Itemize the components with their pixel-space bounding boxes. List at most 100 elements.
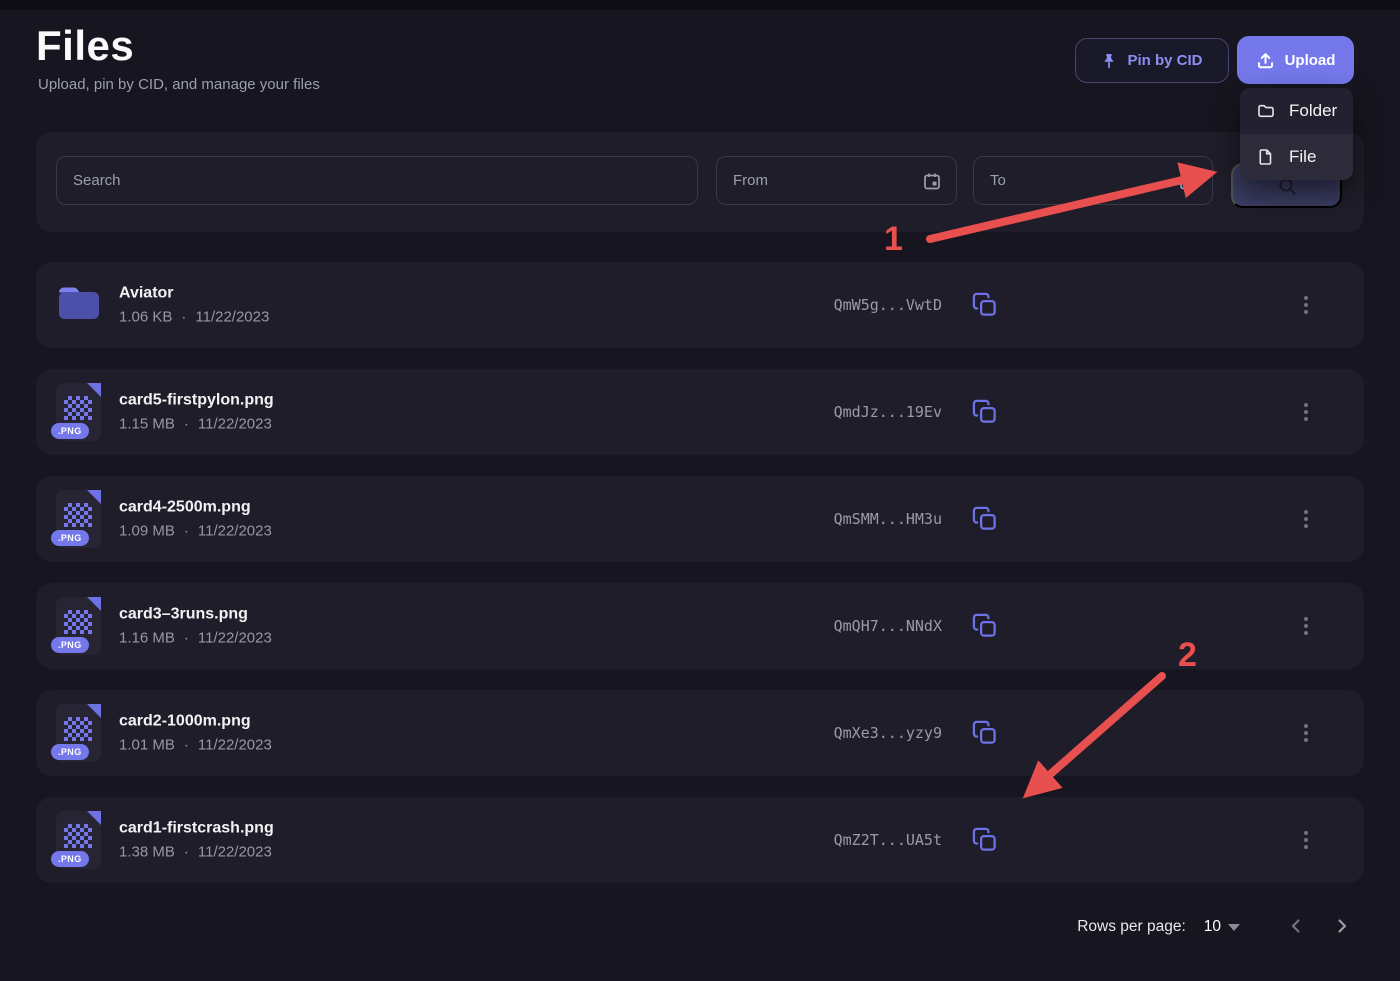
- image-checker-pattern: [64, 824, 92, 848]
- copy-cid-button[interactable]: [970, 826, 998, 854]
- file-meta: 1.09 MB · 11/22/2023: [119, 523, 272, 540]
- file-cid: QmZ2T...UA5t: [833, 831, 942, 849]
- pin-icon: [1101, 53, 1117, 69]
- file-date: 11/22/2023: [197, 629, 272, 647]
- file-name: card5-firstpylon.png: [119, 391, 274, 409]
- date-to-field[interactable]: [973, 156, 1213, 205]
- png-badge: .PNG: [51, 530, 89, 546]
- meta-separator: ·: [183, 629, 189, 647]
- page-subtitle: Upload, pin by CID, and manage your file…: [38, 76, 320, 93]
- png-badge: .PNG: [51, 744, 89, 760]
- image-checker-pattern: [64, 717, 92, 741]
- pagination: Rows per page: 10: [1077, 905, 1356, 949]
- page-fold: [87, 383, 101, 397]
- table-row[interactable]: .PNG card4-2500m.png 1.09 MB · 11/22/202…: [36, 476, 1364, 562]
- file-size: 1.09 MB: [119, 522, 175, 540]
- page-fold: [87, 490, 101, 504]
- meta-separator: ·: [183, 522, 189, 540]
- file-date: 11/22/2023: [197, 415, 272, 433]
- file-size: 1.01 MB: [119, 736, 175, 754]
- row-menu-button[interactable]: [1294, 291, 1318, 319]
- file-size: 1.06 KB: [119, 308, 173, 326]
- file-meta: 1.38 MB · 11/22/2023: [119, 844, 274, 861]
- meta-separator: ·: [181, 308, 187, 326]
- previous-page-button[interactable]: [1282, 912, 1310, 943]
- upload-menu-file-label: File: [1289, 147, 1317, 166]
- copy-cid-button[interactable]: [970, 612, 998, 640]
- date-from-input[interactable]: [731, 171, 922, 190]
- copy-cid-button[interactable]: [970, 505, 998, 533]
- upload-button[interactable]: Upload: [1237, 36, 1354, 84]
- table-row[interactable]: Aviator 1.06 KB · 11/22/2023 QmW5g...Vwt…: [36, 262, 1364, 348]
- copy-cid-button[interactable]: [970, 291, 998, 319]
- png-file-icon: .PNG: [51, 704, 101, 762]
- page-fold: [87, 811, 101, 825]
- upload-menu-item-file[interactable]: File: [1240, 134, 1353, 180]
- copy-cid-button[interactable]: [970, 719, 998, 747]
- png-file-icon: .PNG: [51, 597, 101, 655]
- copy-cid-button[interactable]: [970, 398, 998, 426]
- files-page: Files Upload, pin by CID, and manage you…: [0, 0, 1400, 981]
- filter-panel: [36, 132, 1364, 232]
- file-name: card1-firstcrash.png: [119, 819, 274, 837]
- file-icon: [1257, 148, 1275, 166]
- calendar-icon[interactable]: [1178, 171, 1198, 191]
- file-meta: 1.16 MB · 11/22/2023: [119, 630, 272, 647]
- table-row[interactable]: .PNG card2-1000m.png 1.01 MB · 11/22/202…: [36, 690, 1364, 776]
- folder-icon: [56, 284, 102, 327]
- file-name: card2-1000m.png: [119, 712, 251, 730]
- page-fold: [87, 704, 101, 718]
- row-menu-button[interactable]: [1294, 505, 1318, 533]
- table-row[interactable]: .PNG card1-firstcrash.png 1.38 MB · 11/2…: [36, 797, 1364, 883]
- window-top-edge: [0, 0, 1400, 10]
- upload-label: Upload: [1284, 51, 1336, 69]
- folder-icon: [1257, 102, 1275, 120]
- file-date: 11/22/2023: [195, 308, 270, 326]
- image-checker-pattern: [64, 610, 92, 634]
- upload-menu-folder-label: Folder: [1289, 101, 1338, 120]
- file-date: 11/22/2023: [197, 843, 272, 861]
- file-size: 1.16 MB: [119, 629, 175, 647]
- png-file-icon: .PNG: [51, 383, 101, 441]
- table-row[interactable]: .PNG card3–3runs.png 1.16 MB · 11/22/202…: [36, 583, 1364, 669]
- pin-by-cid-button[interactable]: Pin by CID: [1075, 38, 1229, 83]
- row-menu-button[interactable]: [1294, 719, 1318, 747]
- file-size: 1.38 MB: [119, 843, 175, 861]
- rows-per-page-value: 10: [1203, 918, 1221, 935]
- file-cid: QmQH7...NNdX: [833, 617, 942, 635]
- date-to-input[interactable]: [988, 171, 1178, 190]
- rows-per-page-select[interactable]: 10: [1204, 918, 1240, 936]
- png-badge: .PNG: [51, 637, 89, 653]
- upload-menu: Folder File: [1240, 88, 1353, 180]
- table-row[interactable]: .PNG card5-firstpylon.png 1.15 MB · 11/2…: [36, 369, 1364, 455]
- meta-separator: ·: [183, 736, 189, 754]
- file-meta: 1.01 MB · 11/22/2023: [119, 737, 272, 754]
- file-meta: 1.06 KB · 11/22/2023: [119, 309, 269, 326]
- upload-menu-item-folder[interactable]: Folder: [1240, 88, 1353, 134]
- row-menu-button[interactable]: [1294, 612, 1318, 640]
- file-date: 11/22/2023: [197, 522, 272, 540]
- search-field[interactable]: [56, 156, 698, 205]
- meta-separator: ·: [183, 415, 189, 433]
- caret-down-icon: [1228, 923, 1240, 931]
- png-file-icon: .PNG: [51, 490, 101, 548]
- file-meta: 1.15 MB · 11/22/2023: [119, 416, 274, 433]
- calendar-icon[interactable]: [922, 171, 942, 191]
- rows-per-page-label: Rows per page:: [1077, 918, 1186, 935]
- search-input[interactable]: [71, 171, 683, 190]
- page-fold: [87, 597, 101, 611]
- row-menu-button[interactable]: [1294, 398, 1318, 426]
- png-file-icon: .PNG: [51, 811, 101, 869]
- file-name: Aviator: [119, 284, 174, 302]
- file-cid: QmW5g...VwtD: [833, 296, 942, 314]
- file-cid: QmdJz...19Ev: [833, 403, 942, 421]
- upload-icon: [1256, 51, 1275, 70]
- file-list: Aviator 1.06 KB · 11/22/2023 QmW5g...Vwt…: [36, 262, 1364, 904]
- next-page-button[interactable]: [1328, 912, 1356, 943]
- pin-by-cid-label: Pin by CID: [1127, 52, 1203, 69]
- file-cid: QmXe3...yzy9: [833, 724, 942, 742]
- date-from-field[interactable]: [716, 156, 957, 205]
- png-badge: .PNG: [51, 423, 89, 439]
- row-menu-button[interactable]: [1294, 826, 1318, 854]
- file-name: card3–3runs.png: [119, 605, 248, 623]
